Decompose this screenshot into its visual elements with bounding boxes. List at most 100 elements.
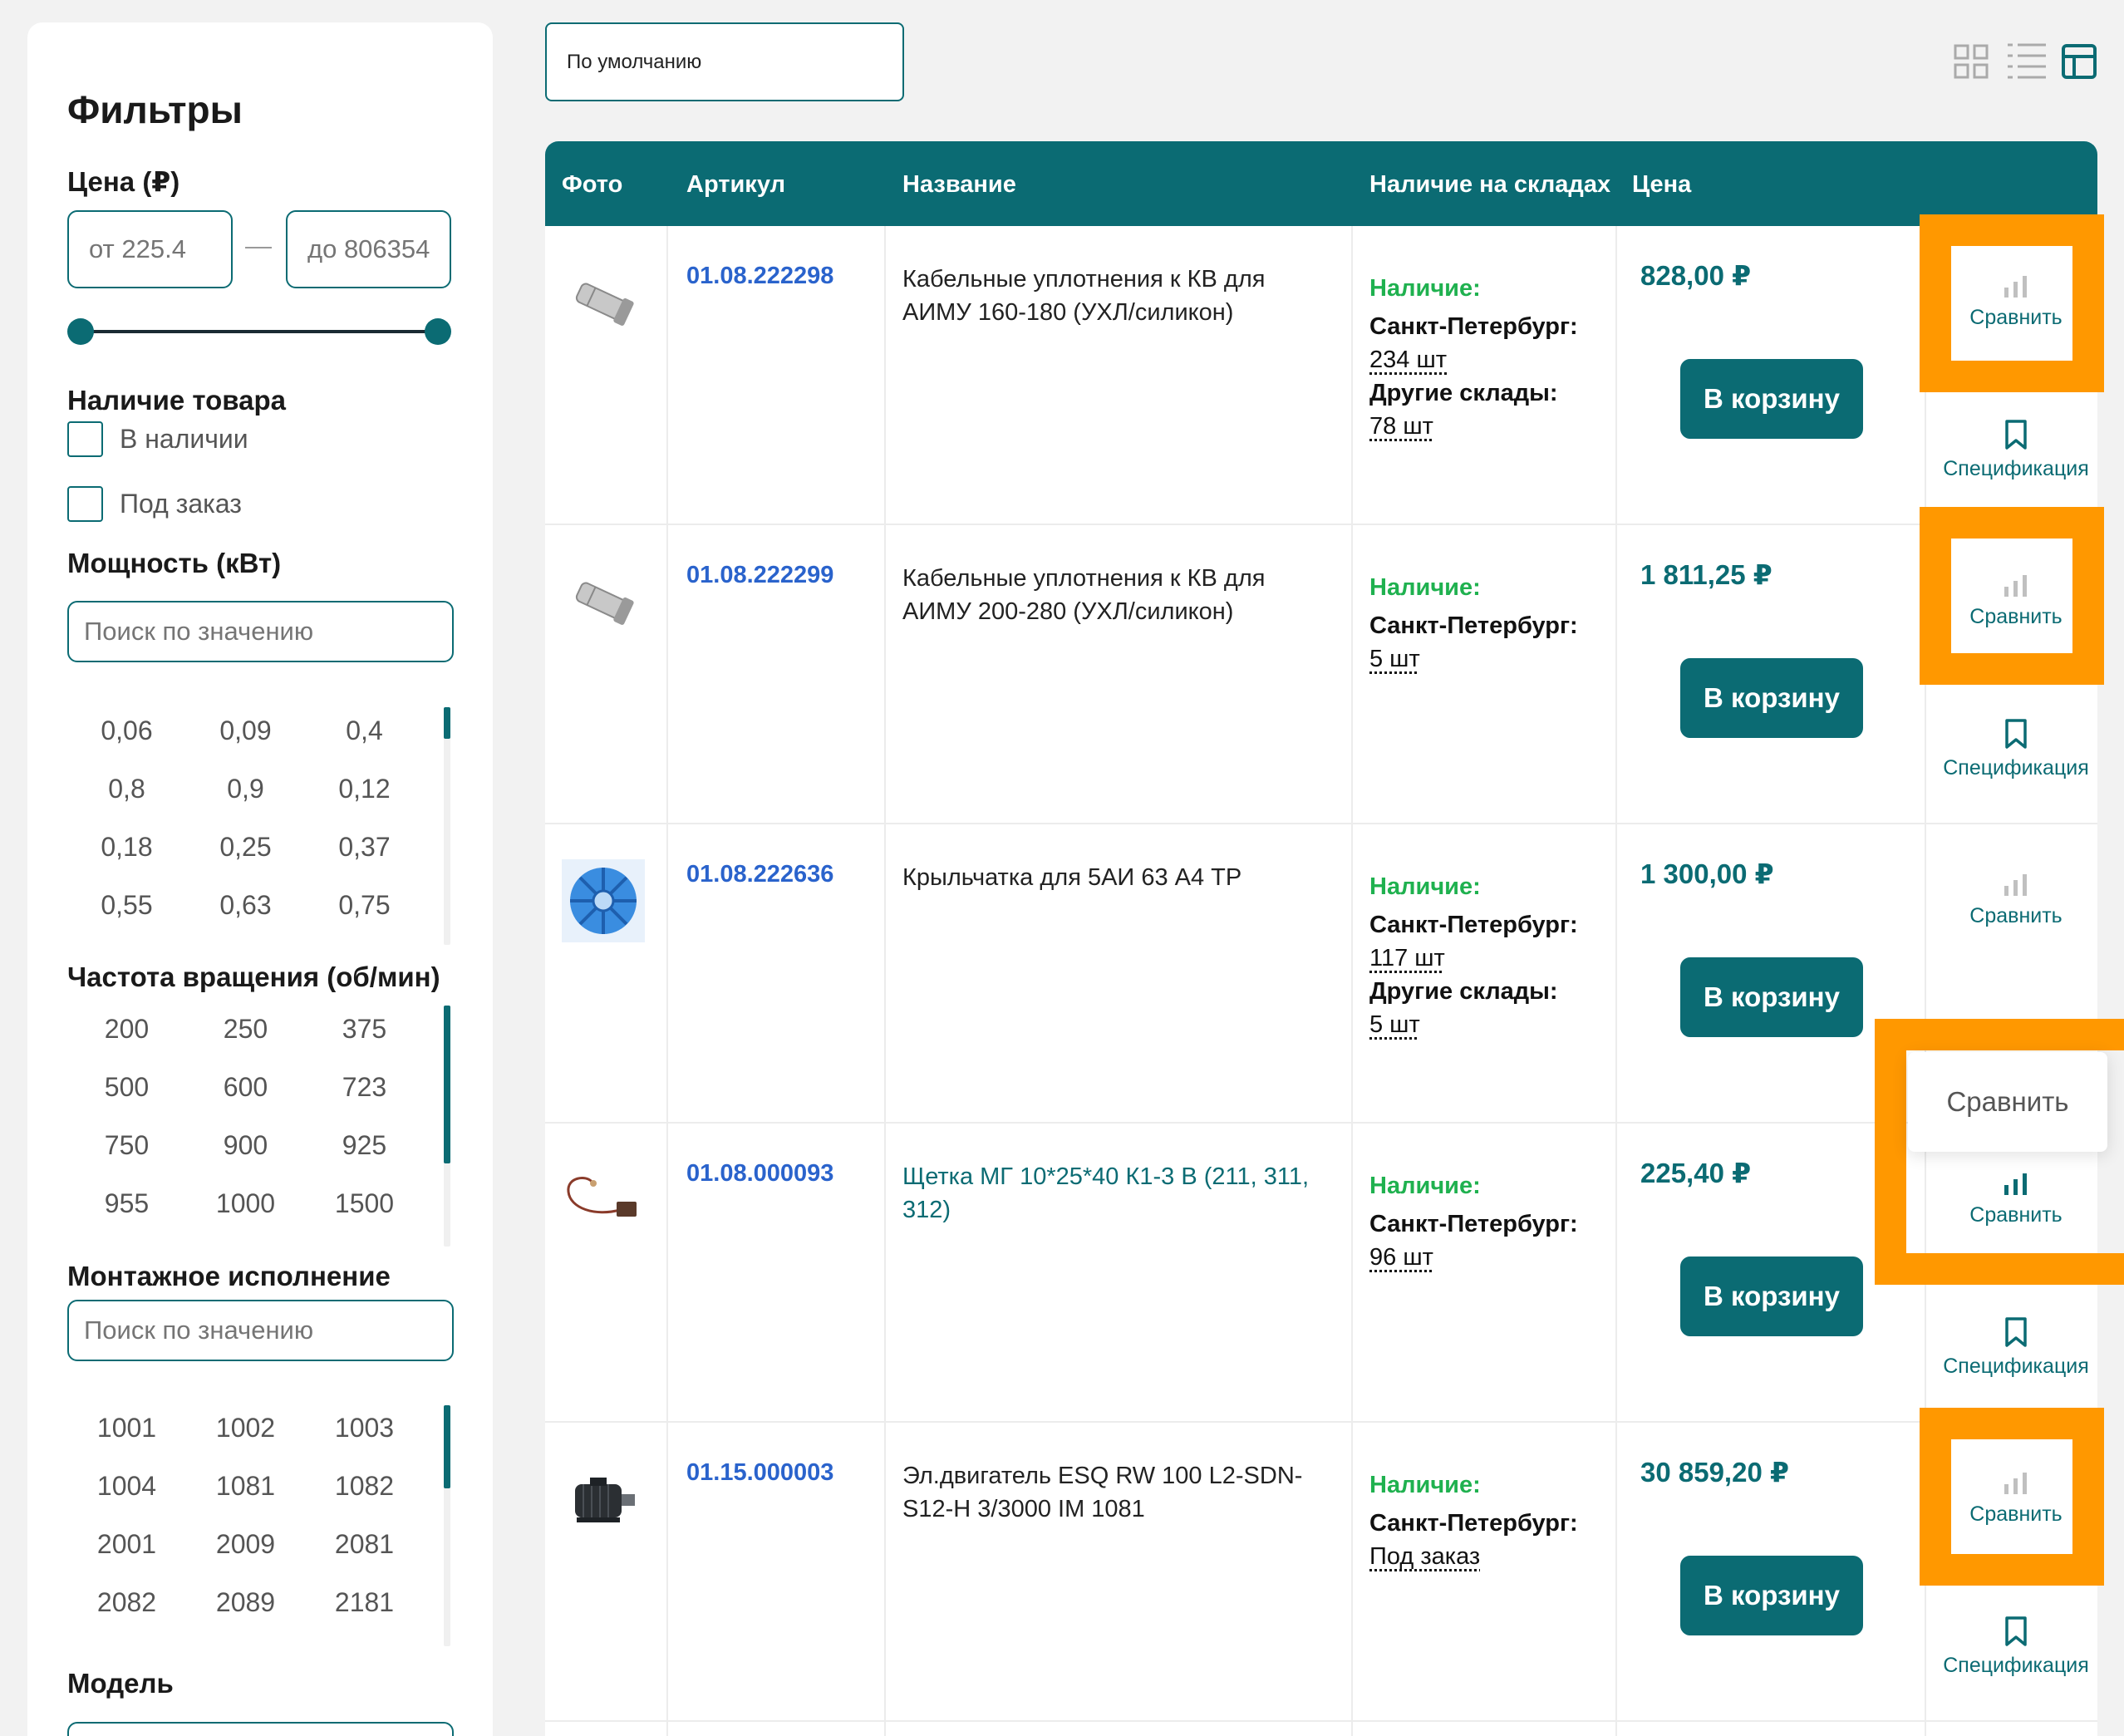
- table-row: 01.08.222299 Кабельные уплотнения к КВ д…: [545, 525, 2097, 824]
- power-value[interactable]: 0,55: [67, 876, 186, 934]
- mount-list-scrollbar[interactable]: [444, 1405, 450, 1646]
- header-stock: Наличие на складах: [1369, 171, 1611, 198]
- mount-value[interactable]: 1003: [305, 1399, 424, 1457]
- warehouse-qty[interactable]: 78 шт: [1369, 410, 1578, 443]
- list-view-icon[interactable]: [2006, 40, 2048, 81]
- mount-value[interactable]: 2089: [186, 1573, 305, 1631]
- specification-label: Спецификация: [1943, 1355, 2089, 1378]
- mount-value[interactable]: 1004: [67, 1457, 186, 1515]
- rpm-values-list: 200 250 375 500 600 723 750 900 925 955 …: [67, 1000, 425, 1232]
- power-value[interactable]: 0,4: [305, 701, 424, 760]
- power-value[interactable]: 0,09: [186, 701, 305, 760]
- product-article-link[interactable]: 01.15.000003: [686, 1459, 833, 1487]
- warehouse-qty[interactable]: Под заказ: [1369, 1540, 1578, 1573]
- product-name[interactable]: Щетка МГ 10*25*40 К1-3 В (211, 311, 312): [902, 1160, 1335, 1227]
- mount-value[interactable]: 1001: [67, 1399, 186, 1457]
- rpm-value[interactable]: 250: [186, 1000, 305, 1058]
- availability-on-order-option[interactable]: Под заказ: [67, 486, 242, 522]
- product-article-link[interactable]: 01.08.222298: [686, 263, 833, 290]
- price-slider-max-handle[interactable]: [425, 318, 451, 345]
- warehouse-qty[interactable]: 117 шт: [1369, 942, 1578, 975]
- compare-button[interactable]: Сравнить: [1941, 873, 2091, 928]
- specification-label: Спецификация: [1943, 756, 2089, 779]
- price-slider-track[interactable]: [81, 330, 438, 333]
- bookmark-icon: [2005, 1616, 2027, 1646]
- product-price: 828,00 ₽: [1640, 260, 1752, 291]
- rpm-value[interactable]: 1000: [186, 1174, 305, 1232]
- rpm-list-scrollbar[interactable]: [444, 1006, 450, 1247]
- rpm-value[interactable]: 925: [305, 1116, 424, 1174]
- power-value[interactable]: 0,9: [186, 760, 305, 818]
- mount-value[interactable]: 2181: [305, 1573, 424, 1631]
- power-value[interactable]: 0,12: [305, 760, 424, 818]
- model-search-input[interactable]: [67, 1722, 454, 1736]
- product-article-link[interactable]: 01.08.000093: [686, 1160, 833, 1188]
- mount-value[interactable]: 2001: [67, 1515, 186, 1573]
- rpm-value[interactable]: 600: [186, 1058, 305, 1116]
- add-to-cart-button[interactable]: В корзину: [1680, 359, 1863, 439]
- price-slider-min-handle[interactable]: [67, 318, 94, 345]
- power-value[interactable]: 0,63: [186, 876, 305, 934]
- price-to-input[interactable]: [286, 210, 451, 288]
- add-to-cart-button[interactable]: В корзину: [1680, 658, 1863, 738]
- grid-view-icon[interactable]: [1953, 43, 1989, 80]
- rpm-value[interactable]: 750: [67, 1116, 186, 1174]
- product-photo-impeller[interactable]: [562, 859, 645, 942]
- power-value[interactable]: 0,37: [305, 818, 424, 876]
- stock-info: Наличие: Санкт-Петербург: 96 шт: [1369, 1169, 1578, 1274]
- price-from-input[interactable]: [67, 210, 233, 288]
- availability-in-stock-option[interactable]: В наличии: [67, 421, 248, 457]
- specification-button[interactable]: Спецификация: [1941, 419, 2091, 481]
- rpm-value[interactable]: 200: [67, 1000, 186, 1058]
- rpm-value[interactable]: 375: [305, 1000, 424, 1058]
- in-stock-checkbox[interactable]: [67, 421, 103, 457]
- warehouse-qty[interactable]: 96 шт: [1369, 1241, 1578, 1274]
- mount-search-input[interactable]: [67, 1300, 454, 1361]
- power-value[interactable]: 0,18: [67, 818, 186, 876]
- power-search-input[interactable]: [67, 601, 454, 662]
- rpm-value[interactable]: 500: [67, 1058, 186, 1116]
- product-photo-motor[interactable]: [562, 1458, 645, 1541]
- price-filter-label: Цена (₽): [67, 166, 180, 197]
- power-value[interactable]: 0,06: [67, 701, 186, 760]
- add-to-cart-button[interactable]: В корзину: [1680, 1257, 1863, 1336]
- specification-button[interactable]: Спецификация: [1941, 1616, 2091, 1678]
- specification-button[interactable]: Спецификация: [1941, 1316, 2091, 1379]
- sort-select[interactable]: По умолчанию: [545, 22, 904, 101]
- power-value[interactable]: 0,8: [67, 760, 186, 818]
- mount-value[interactable]: 2081: [305, 1515, 424, 1573]
- stock-info: Наличие: Санкт-Петербург: 234 шт Другие …: [1369, 272, 1578, 443]
- product-photo-cable-gland[interactable]: [562, 261, 645, 344]
- warehouse-name: Санкт-Петербург:: [1369, 1510, 1578, 1537]
- rpm-value[interactable]: 723: [305, 1058, 424, 1116]
- on-order-checkbox[interactable]: [67, 486, 103, 522]
- warehouse-qty[interactable]: 5 шт: [1369, 642, 1578, 676]
- add-to-cart-button[interactable]: В корзину: [1680, 957, 1863, 1037]
- warehouse-qty[interactable]: 234 шт: [1369, 343, 1578, 376]
- compare-bars-icon: [2004, 874, 2027, 896]
- mount-value[interactable]: 2082: [67, 1573, 186, 1631]
- mount-value[interactable]: 1081: [186, 1457, 305, 1515]
- product-article-link[interactable]: 01.08.222299: [686, 562, 833, 589]
- warehouse-qty[interactable]: 5 шт: [1369, 1008, 1578, 1041]
- mount-value[interactable]: 1002: [186, 1399, 305, 1457]
- power-value[interactable]: 0,25: [186, 818, 305, 876]
- products-table: Фото Артикул Название Наличие на складах…: [545, 141, 2097, 1736]
- specification-button[interactable]: Спецификация: [1941, 718, 2091, 780]
- power-list-scrollbar[interactable]: [444, 707, 450, 945]
- table-view-icon[interactable]: [2061, 43, 2097, 80]
- rpm-value[interactable]: 1500: [305, 1174, 424, 1232]
- power-values-list: 0,06 0,09 0,4 0,8 0,9 0,12 0,18 0,25 0,3…: [67, 701, 425, 934]
- warehouse-name: Санкт-Петербург:: [1369, 612, 1578, 639]
- product-photo-brush[interactable]: [562, 1158, 645, 1242]
- mount-value[interactable]: 1082: [305, 1457, 424, 1515]
- mount-value[interactable]: 2009: [186, 1515, 305, 1573]
- product-article-link[interactable]: 01.08.222636: [686, 861, 833, 888]
- add-to-cart-button[interactable]: В корзину: [1680, 1556, 1863, 1635]
- product-photo-cable-gland[interactable]: [562, 560, 645, 643]
- rpm-value[interactable]: 900: [186, 1116, 305, 1174]
- power-value[interactable]: 0,75: [305, 876, 424, 934]
- compare-highlight-box: [1920, 507, 2104, 685]
- product-price: 1 300,00 ₽: [1640, 858, 1774, 889]
- rpm-value[interactable]: 955: [67, 1174, 186, 1232]
